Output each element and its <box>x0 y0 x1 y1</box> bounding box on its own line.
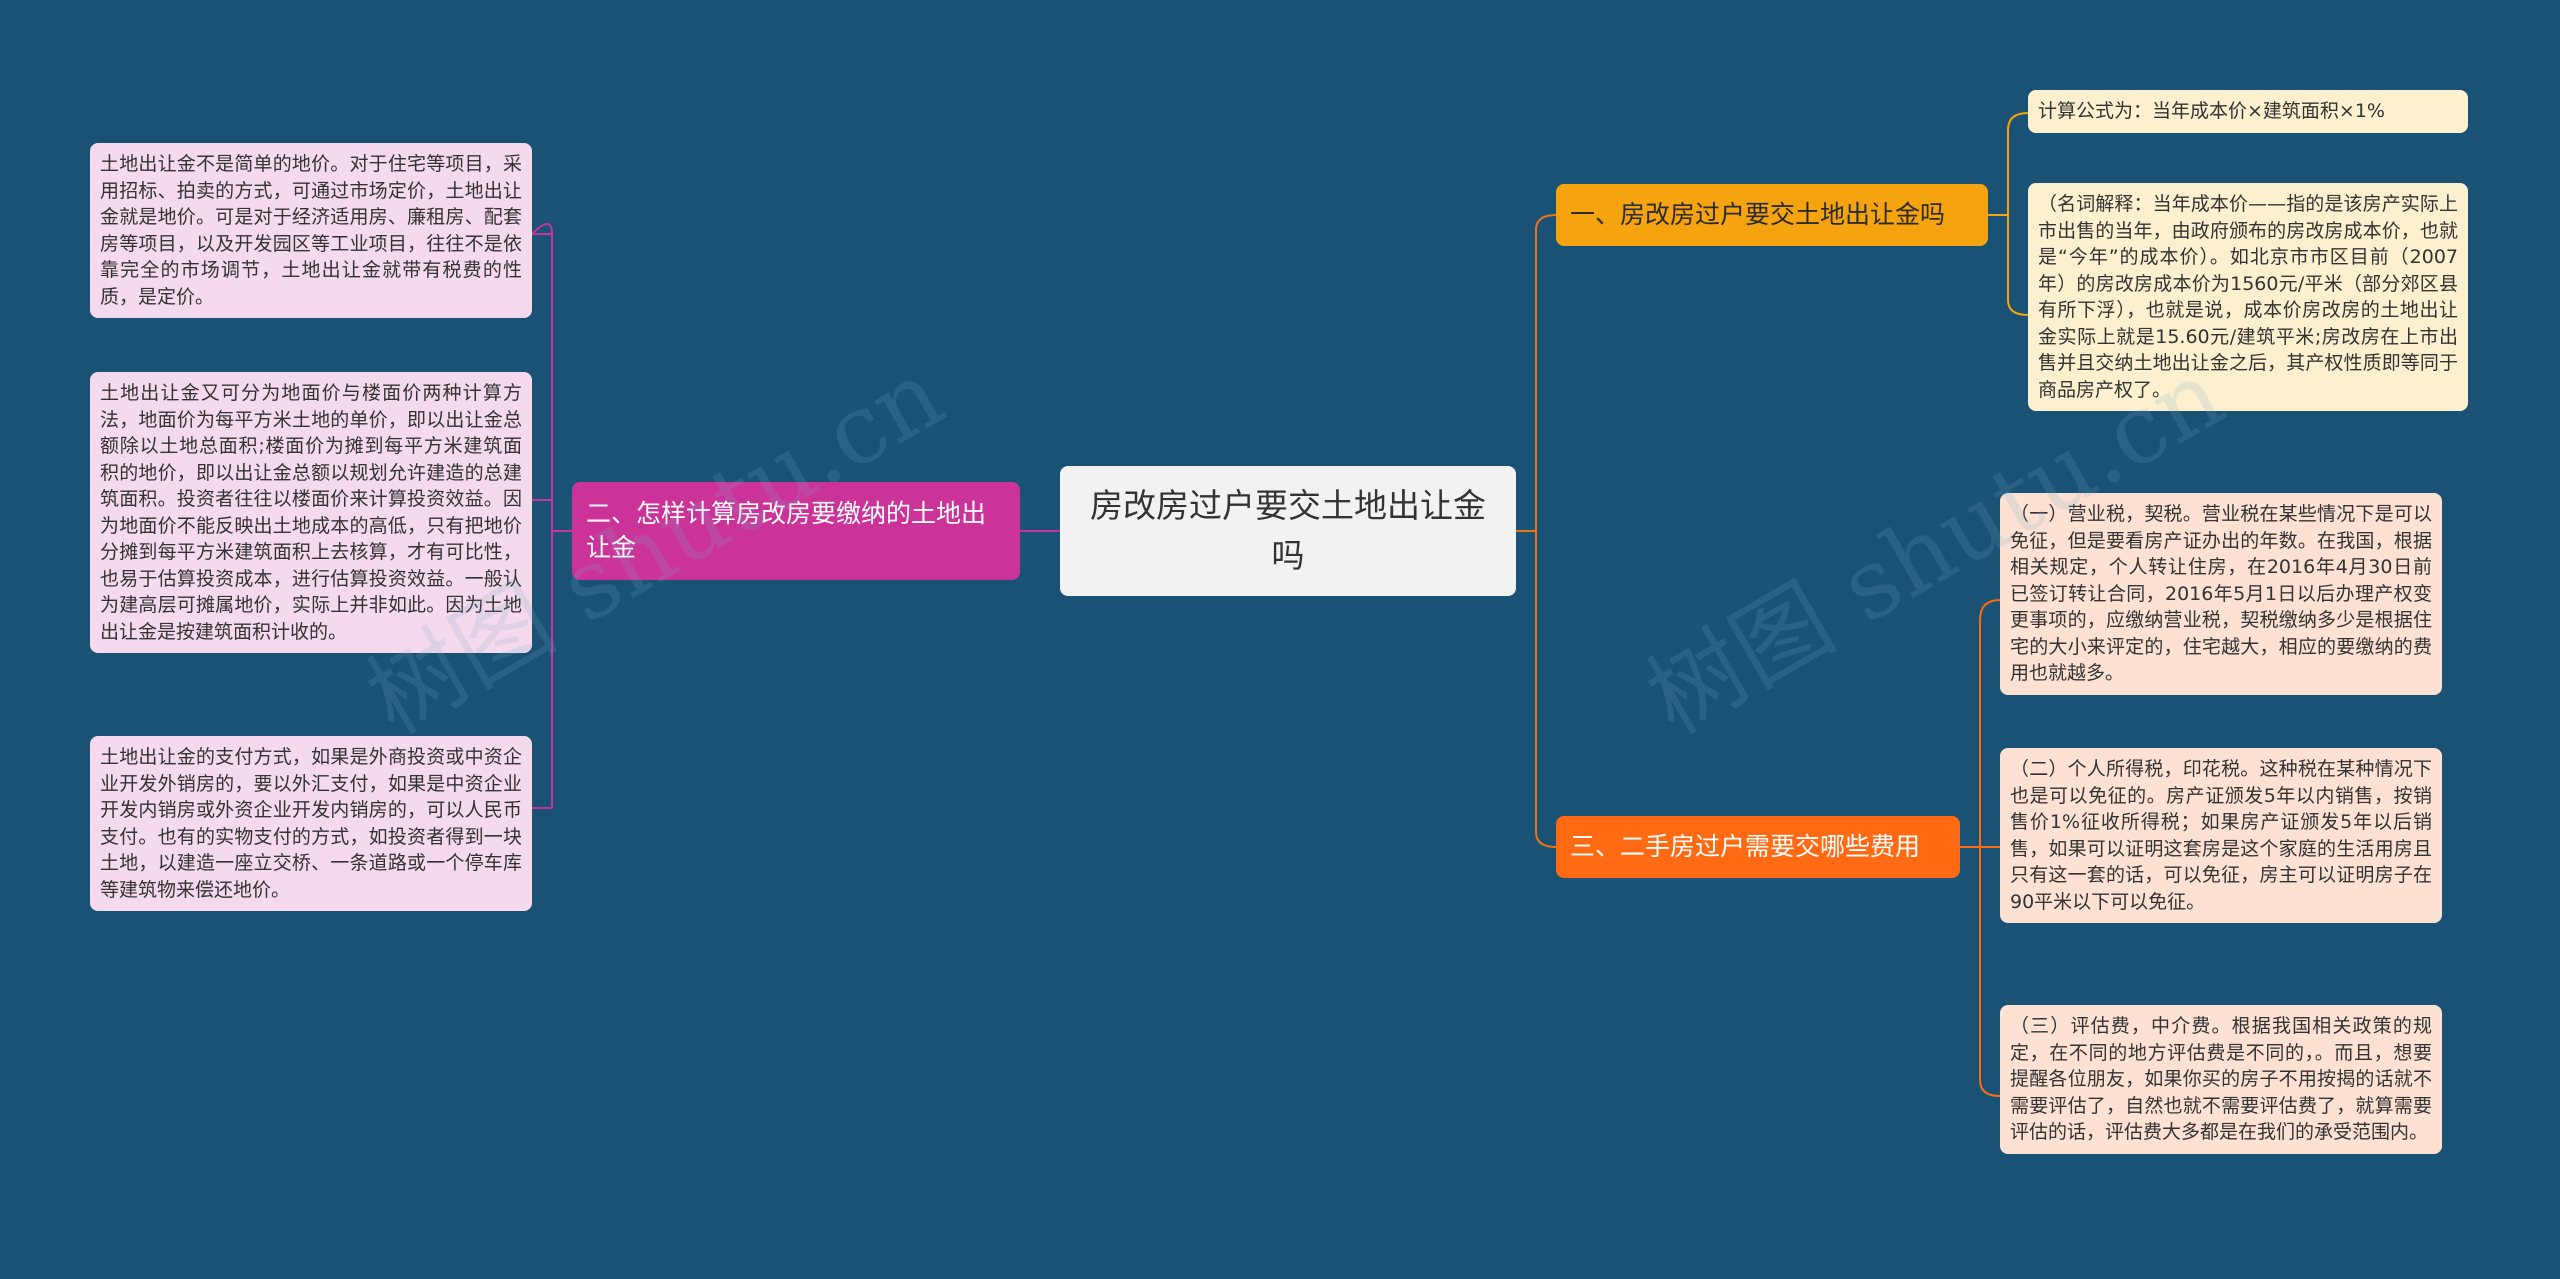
leaf-land-fee-payment[interactable]: 土地出让金的支付方式，如果是外商投资或中资企业开发外销房的，要以外汇支付，如果是… <box>90 736 532 911</box>
leaf-formula[interactable]: 计算公式为：当年成本价×建筑面积×1% <box>2028 90 2468 133</box>
branch-second-hand-fees[interactable]: 三、二手房过户需要交哪些费用 <box>1556 816 1960 878</box>
leaf-income-stamp-tax[interactable]: （二）个人所得税，印花税。这种税在某种情况下也是可以免征的。房产证颁发5年以内销… <box>2000 748 2442 923</box>
branch-need-land-fee[interactable]: 一、房改房过户要交土地出让金吗 <box>1556 184 1988 246</box>
leaf-text: 土地出让金的支付方式，如果是外商投资或中资企业开发外销房的，要以外汇支付，如果是… <box>100 746 522 901</box>
root-topic[interactable]: 房改房过户要交土地出让金吗 <box>1060 466 1516 596</box>
leaf-text: （二）个人所得税，印花税。这种税在某种情况下也是可以免征的。房产证颁发5年以内销… <box>2010 758 2432 913</box>
leaf-text: 土地出让金不是简单的地价。对于住宅等项目，采用招标、拍卖的方式，可通过市场定价，… <box>100 153 522 308</box>
connector-root-right <box>1516 214 1557 848</box>
leaf-text: （三）评估费，中介费。根据我国相关政策的规定，在不同的地方评估费是不同的，。而且… <box>2010 1015 2432 1143</box>
branch-label: 一、房改房过户要交土地出让金吗 <box>1570 200 1946 229</box>
leaf-text: 计算公式为：当年成本价×建筑面积×1% <box>2038 100 2385 122</box>
branch-label: 三、二手房过户需要交哪些费用 <box>1570 832 1921 861</box>
leaf-land-fee-nature[interactable]: 土地出让金不是简单的地价。对于住宅等项目，采用招标、拍卖的方式，可通过市场定价，… <box>90 143 532 318</box>
connector-r3-leaves <box>1960 599 2001 1097</box>
leaf-appraisal-agency-fee[interactable]: （三）评估费，中介费。根据我国相关政策的规定，在不同的地方评估费是不同的，。而且… <box>2000 1005 2442 1154</box>
connector-r1-leaves <box>1988 112 2029 316</box>
root-topic-label: 房改房过户要交土地出让金吗 <box>1090 486 1486 575</box>
